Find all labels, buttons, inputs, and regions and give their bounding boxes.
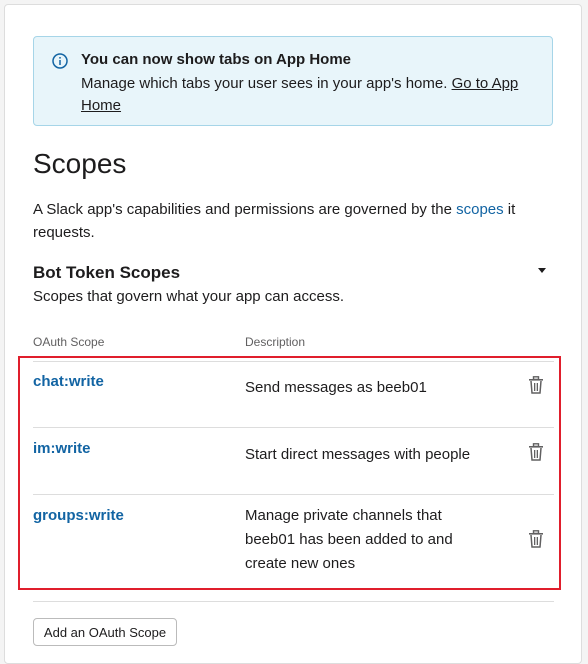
bot-token-scopes-title: Bot Token Scopes (33, 263, 181, 282)
add-oauth-scope-button[interactable]: Add an OAuth Scope (33, 618, 177, 646)
intro-text-before: A Slack app's capabilities and permissio… (33, 201, 457, 218)
scopes-intro: A Slack app's capabilities and permissio… (33, 198, 543, 244)
scopes-link[interactable]: scopes (456, 201, 504, 218)
column-header-oauth-scope: OAuth Scope (33, 335, 105, 349)
column-header-description: Description (245, 335, 306, 349)
banner-body: Manage which tabs your user sees in your… (81, 73, 521, 117)
info-icon (52, 53, 68, 69)
app-home-tabs-banner: You can now show tabs on App Home Manage… (33, 36, 553, 126)
row-divider (33, 601, 554, 602)
banner-body-text: Manage which tabs your user sees in your… (81, 75, 452, 92)
bot-token-scopes-description: Scopes that govern what your app can acc… (33, 288, 345, 305)
page-title: Scopes (33, 148, 127, 179)
scopes-highlight-box (18, 356, 561, 590)
caret-down-icon[interactable] (535, 266, 549, 276)
banner-title: You can now show tabs on App Home (81, 51, 352, 68)
